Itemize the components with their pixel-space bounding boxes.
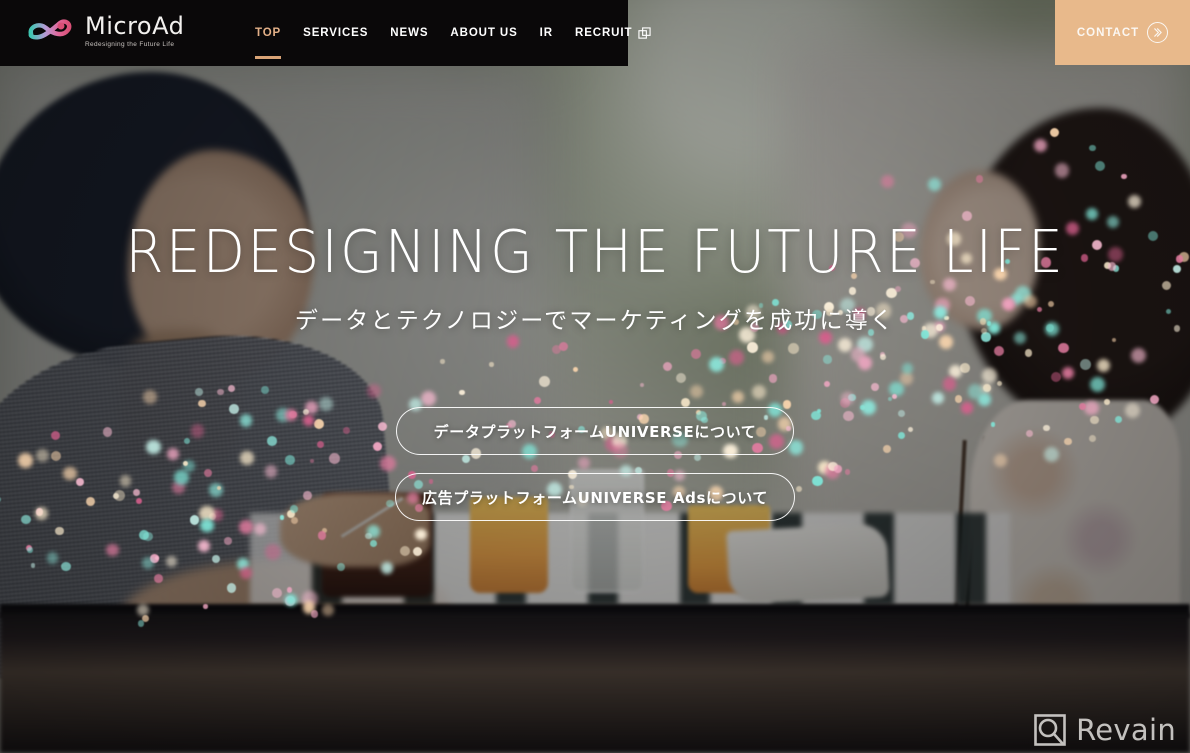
nav-item-top[interactable]: TOP [244, 0, 292, 66]
infinity-ribbon-logo-icon [28, 19, 72, 40]
circle-arrow-right-icon [1147, 22, 1169, 43]
nav-item-label: IR [539, 27, 553, 39]
nav-item-ir[interactable]: IR [529, 0, 564, 66]
nav-item-label: NEWS [390, 27, 429, 39]
hero-dark-overlay [0, 0, 1190, 753]
hero-cta-label: 広告プラットフォームUNIVERSE Adsについて [422, 488, 768, 507]
main-navigation: TOP SERVICES NEWS ABOUT US IR RECRUIT [244, 0, 662, 66]
nav-item-label: RECRUIT [574, 27, 633, 39]
revain-watermark: Revain [1033, 713, 1176, 747]
nav-item-label: SERVICES [303, 27, 369, 39]
nav-item-label: TOP [255, 27, 282, 39]
hero-cta-label: データプラットフォームUNIVERSEについて [433, 422, 757, 441]
logo-tagline: Redesigning the Future Life [85, 41, 175, 48]
nav-item-recruit[interactable]: RECRUIT [564, 0, 662, 66]
hero-cta-group: データプラットフォームUNIVERSEについて 広告プラットフォームUNIVERS… [395, 407, 795, 521]
revain-square-circle-logo-icon [1034, 714, 1066, 746]
site-logo[interactable]: MicroAd Redesigning the Future Life [26, 12, 184, 49]
hero-background-image [0, 0, 1190, 753]
contact-button[interactable]: CONTACT [1055, 0, 1190, 65]
nav-item-services[interactable]: SERVICES [292, 0, 379, 66]
hero-cta-button-1[interactable]: データプラットフォームUNIVERSEについて [396, 407, 794, 455]
page-root: MicroAd Redesigning the Future Life TOP S… [0, 0, 1190, 753]
logo-text-block: MicroAd Redesigning the Future Life [85, 12, 184, 49]
contact-button-label: CONTACT [1076, 26, 1140, 39]
external-link-icon [638, 26, 652, 40]
nav-item-about-us[interactable]: ABOUT US [439, 0, 528, 66]
watermark-text: Revain [1076, 713, 1176, 747]
hero-cta-button-2[interactable]: 広告プラットフォームUNIVERSE Adsについて [395, 473, 795, 521]
site-header: MicroAd Redesigning the Future Life TOP S… [0, 0, 1190, 66]
nav-item-label: ABOUT US [450, 27, 518, 39]
nav-item-news[interactable]: NEWS [379, 0, 439, 66]
logo-name: MicroAd [85, 12, 185, 40]
